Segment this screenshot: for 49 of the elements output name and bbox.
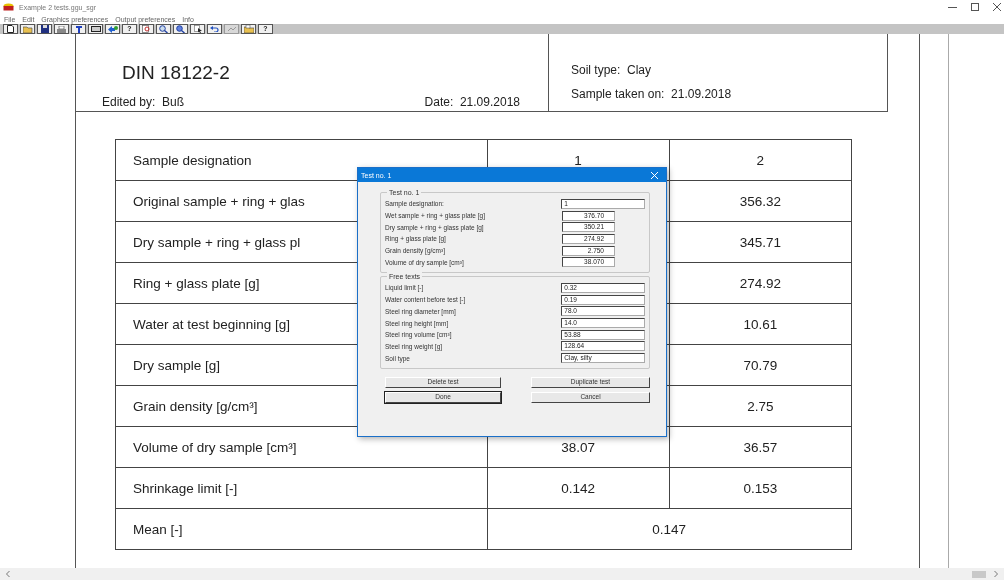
info-text: Sample taken on: 21.09.2018 xyxy=(571,86,732,103)
toolbar-button[interactable] xyxy=(20,24,35,34)
folder-icon xyxy=(22,25,33,33)
table-cell: 0.142 xyxy=(487,467,670,509)
table-cell: 2 xyxy=(669,139,852,181)
toolbar-button[interactable] xyxy=(139,24,154,34)
undo-icon xyxy=(210,26,219,32)
table-cell: Shrinkage limit [-] xyxy=(115,467,487,509)
table-cell: 0.147 xyxy=(487,508,852,550)
folder-icon xyxy=(243,25,254,33)
editor-text: Edited by: Buß xyxy=(102,94,185,111)
line-icon xyxy=(227,26,236,32)
report-title: DIN 18122-2 xyxy=(122,61,231,85)
toolbar-button[interactable] xyxy=(37,24,52,34)
toolbar-button[interactable] xyxy=(241,24,256,34)
toolbar-button[interactable] xyxy=(190,24,205,34)
toolbar-button[interactable] xyxy=(54,24,69,34)
toolbar-button[interactable] xyxy=(207,24,222,34)
table-cell: 345.71 xyxy=(669,221,852,263)
info-text: Soil type: Clay xyxy=(571,62,653,79)
rectangle-icon xyxy=(90,26,101,32)
toolbar-button[interactable] xyxy=(71,24,86,34)
toolbar-button[interactable] xyxy=(156,24,171,34)
table-cell: 10.61 xyxy=(669,303,852,345)
table-cell: 0.153 xyxy=(669,467,852,509)
table-cell: 356.32 xyxy=(669,180,852,222)
arrow-icon xyxy=(107,25,118,33)
toolbar-button[interactable] xyxy=(173,24,188,34)
magnifier-icon xyxy=(159,25,168,33)
toolbar-button[interactable] xyxy=(3,24,18,34)
document-icon xyxy=(7,25,14,33)
pointer-icon xyxy=(193,25,202,33)
maximize-icon[interactable] xyxy=(971,3,979,11)
table-cell: 274.92 xyxy=(669,262,852,304)
printer-icon xyxy=(57,25,66,33)
date-text: Date: 21.09.2018 xyxy=(424,94,520,111)
close-icon[interactable] xyxy=(993,3,1001,11)
toolbar-button[interactable] xyxy=(88,24,103,34)
table-cell: 36.57 xyxy=(669,426,852,468)
t-shape-icon xyxy=(75,25,82,33)
magnifier-icon xyxy=(142,25,151,33)
table-cell: 70.79 xyxy=(669,344,852,386)
toolbar-button[interactable] xyxy=(105,24,120,34)
magnifier-icon xyxy=(176,25,185,33)
pot-icon xyxy=(3,3,14,11)
minimize-icon[interactable] xyxy=(948,5,957,9)
table-cell: 2.75 xyxy=(669,385,852,427)
scrollbar-thumb[interactable] xyxy=(972,570,986,578)
table-cell: Mean [-] xyxy=(115,508,487,550)
